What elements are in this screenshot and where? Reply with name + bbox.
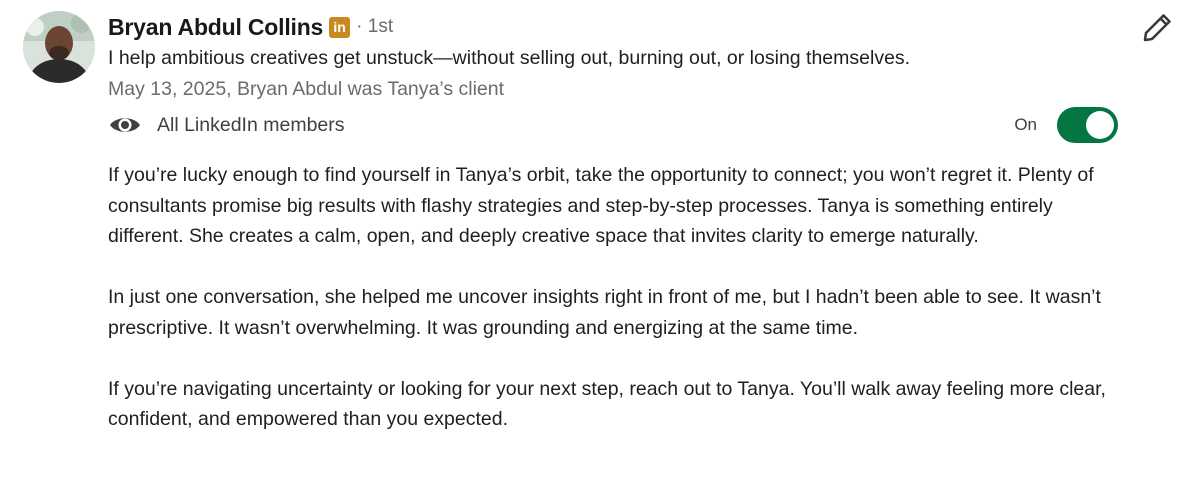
author-header: Bryan Abdul Collins in · 1st (108, 12, 1140, 42)
avatar[interactable] (23, 11, 95, 83)
recommendation-card: Bryan Abdul Collins in · 1st I help ambi… (0, 0, 1200, 480)
visibility-label: All LinkedIn members (157, 113, 345, 136)
author-headline: I help ambitious creatives get unstuck—w… (108, 47, 911, 69)
pencil-icon[interactable] (1141, 12, 1173, 44)
recommendation-text: If you’re lucky enough to find yourself … (108, 160, 1118, 435)
author-name[interactable]: Bryan Abdul Collins (108, 14, 323, 41)
recommendation-paragraph: If you’re lucky enough to find yourself … (108, 164, 1094, 247)
eye-icon (110, 118, 140, 132)
visibility-toggle-group: On (1014, 107, 1118, 143)
toggle-state-label: On (1014, 115, 1037, 134)
connection-degree: · 1st (356, 16, 394, 37)
linkedin-premium-icon: in (329, 16, 351, 38)
recommendation-paragraph: In just one conversation, she helped me … (108, 286, 1101, 339)
recommendation-paragraph: If you’re navigating uncertainty or look… (108, 377, 1106, 431)
visibility-setting: All LinkedIn members (108, 110, 345, 140)
recommendation-meta: May 13, 2025, Bryan Abdul was Tanya’s cl… (108, 78, 505, 100)
avatar-photo (23, 11, 95, 83)
toggle-knob (1086, 111, 1114, 139)
visibility-toggle[interactable] (1057, 107, 1118, 143)
